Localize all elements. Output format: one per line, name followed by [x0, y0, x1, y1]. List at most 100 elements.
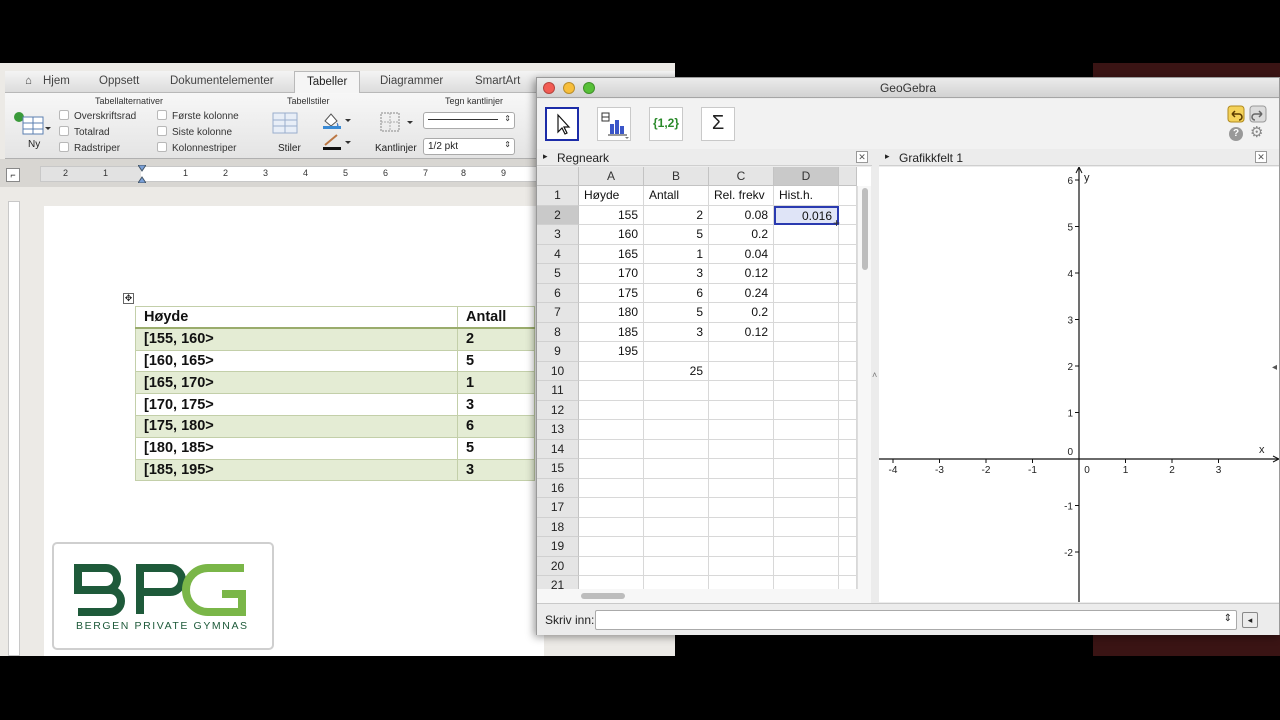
spreadsheet-cell[interactable]: 195	[579, 342, 644, 362]
spreadsheet-cell[interactable]	[709, 478, 774, 498]
row-header[interactable]: 6	[537, 283, 579, 303]
tab-dokumentelementer[interactable]: Dokumentelementer	[170, 75, 274, 87]
zoom-window-button[interactable]	[583, 82, 595, 94]
undo-button[interactable]	[1227, 105, 1245, 123]
move-tool-button[interactable]	[545, 107, 579, 141]
spreadsheet-cell[interactable]: 185	[579, 322, 644, 342]
borders-button[interactable]: Kantlinjer	[373, 111, 419, 157]
spreadsheet-cell[interactable]	[709, 361, 774, 381]
column-header-c[interactable]: C	[709, 167, 774, 186]
spreadsheet-cell[interactable]: 0.12	[709, 322, 774, 342]
scroll-thumb[interactable]	[581, 593, 625, 599]
spreadsheet-cell[interactable]	[709, 420, 774, 440]
spreadsheet-cell[interactable]: 0.12	[709, 264, 774, 284]
close-spreadsheet-icon[interactable]: ✕	[856, 151, 868, 163]
checkbox-siste-kolonne[interactable]: Siste kolonne	[157, 126, 232, 138]
spreadsheet-cell[interactable]	[579, 537, 644, 557]
shading-button[interactable]	[321, 111, 351, 129]
home-icon[interactable]: ⌂	[25, 75, 32, 87]
row-header[interactable]: 5	[537, 264, 579, 284]
indent-marker[interactable]	[137, 164, 147, 184]
spreadsheet-cell[interactable]: 1	[644, 244, 709, 264]
tab-hjem[interactable]: Hjem	[43, 75, 70, 87]
spreadsheet-cell[interactable]	[839, 381, 857, 401]
spreadsheet-grid[interactable]: A B C D 1 Høyde Antall Rel. frekv Hist.h. 2 15…	[537, 167, 871, 602]
row-header[interactable]: 16	[537, 478, 579, 498]
table-cell[interactable]: [170, 175>	[135, 393, 458, 416]
corner-header[interactable]	[537, 167, 579, 186]
collapse-arrow-icon[interactable]: ▸	[885, 151, 890, 162]
spreadsheet-cell[interactable]: 170	[579, 264, 644, 284]
row-header[interactable]: 8	[537, 322, 579, 342]
row-header[interactable]: 12	[537, 400, 579, 420]
spreadsheet-cell[interactable]	[644, 381, 709, 401]
spreadsheet-cell[interactable]	[709, 439, 774, 459]
row-header[interactable]: 15	[537, 459, 579, 479]
table-cell[interactable]: 3	[457, 393, 535, 416]
spreadsheet-cell[interactable]	[709, 342, 774, 362]
graphics-view[interactable]: -4 -3 -2 -1 0 1 2 3 6 5 4 3 2 1 0 -1 -2 x y	[879, 167, 1279, 602]
spreadsheet-cell[interactable]	[579, 498, 644, 518]
row-header[interactable]: 3	[537, 225, 579, 245]
spreadsheet-cell[interactable]: 0.24	[709, 283, 774, 303]
close-graphics-icon[interactable]: ✕	[1255, 151, 1267, 163]
row-header[interactable]: 9	[537, 342, 579, 362]
spreadsheet-cell[interactable]	[774, 556, 839, 576]
table-cell[interactable]: 1	[457, 371, 535, 395]
spreadsheet-cell[interactable]	[839, 498, 857, 518]
spreadsheet-cell[interactable]	[579, 361, 644, 381]
table-cell[interactable]: [185, 195>	[135, 458, 458, 482]
spreadsheet-cell[interactable]: 25	[644, 361, 709, 381]
spreadsheet-cell[interactable]	[709, 517, 774, 537]
spreadsheet-cell[interactable]	[709, 400, 774, 420]
tab-smartart[interactable]: SmartArt	[475, 75, 520, 87]
spreadsheet-cell[interactable]	[774, 283, 839, 303]
spreadsheet-cell[interactable]: 160	[579, 225, 644, 245]
header-cell-hoyde[interactable]: Høyde	[135, 306, 458, 330]
spreadsheet-cell[interactable]	[774, 517, 839, 537]
spreadsheet-cell[interactable]	[579, 400, 644, 420]
redo-button[interactable]	[1249, 105, 1267, 123]
column-header-e[interactable]	[839, 167, 857, 186]
spreadsheet-cell[interactable]: 0.08	[709, 205, 774, 225]
spreadsheet-cell[interactable]	[644, 420, 709, 440]
table-cell[interactable]: [160, 165>	[135, 349, 458, 373]
selected-cell-d2[interactable]: 0.016	[774, 205, 839, 225]
spreadsheet-cell[interactable]	[774, 459, 839, 479]
spreadsheet-cell[interactable]	[839, 264, 857, 284]
spreadsheet-cell[interactable]: 5	[644, 303, 709, 323]
spreadsheet-cell[interactable]	[579, 459, 644, 479]
spreadsheet-cell[interactable]	[644, 459, 709, 479]
list-tool-button[interactable]: {1,2}	[649, 107, 683, 141]
spreadsheet-cell[interactable]	[709, 459, 774, 479]
spreadsheet-cell[interactable]: 0.04	[709, 244, 774, 264]
spreadsheet-cell[interactable]	[839, 342, 857, 362]
spreadsheet-cell[interactable]: 155	[579, 205, 644, 225]
row-header[interactable]: 11	[537, 381, 579, 401]
spreadsheet-cell[interactable]	[644, 342, 709, 362]
row-header[interactable]: 17	[537, 498, 579, 518]
spreadsheet-cell[interactable]	[709, 556, 774, 576]
spreadsheet-cell[interactable]	[774, 439, 839, 459]
spreadsheet-cell[interactable]	[774, 322, 839, 342]
spreadsheet-cell[interactable]	[579, 517, 644, 537]
spreadsheet-cell[interactable]	[839, 283, 857, 303]
spreadsheet-cell[interactable]	[774, 225, 839, 245]
table-cell[interactable]: [180, 185>	[135, 436, 458, 460]
spreadsheet-cell[interactable]	[709, 537, 774, 557]
spreadsheet-cell[interactable]: 2	[644, 205, 709, 225]
close-window-button[interactable]	[543, 82, 555, 94]
spreadsheet-cell[interactable]	[709, 381, 774, 401]
row-header[interactable]: 20	[537, 556, 579, 576]
spreadsheet-cell[interactable]: 165	[579, 244, 644, 264]
spreadsheet-cell[interactable]	[839, 400, 857, 420]
table-cell[interactable]: 2	[457, 327, 535, 351]
table-styles-button[interactable]: Stiler	[267, 109, 311, 155]
line-weight-select[interactable]: 1/2 pkt ⇕	[423, 138, 515, 155]
column-header-a[interactable]: A	[579, 167, 644, 186]
spreadsheet-cell[interactable]: Rel. frekv	[709, 186, 774, 206]
row-header[interactable]: 10	[537, 361, 579, 381]
spreadsheet-cell[interactable]	[709, 498, 774, 518]
spreadsheet-cell[interactable]	[644, 517, 709, 537]
spreadsheet-cell[interactable]	[644, 400, 709, 420]
